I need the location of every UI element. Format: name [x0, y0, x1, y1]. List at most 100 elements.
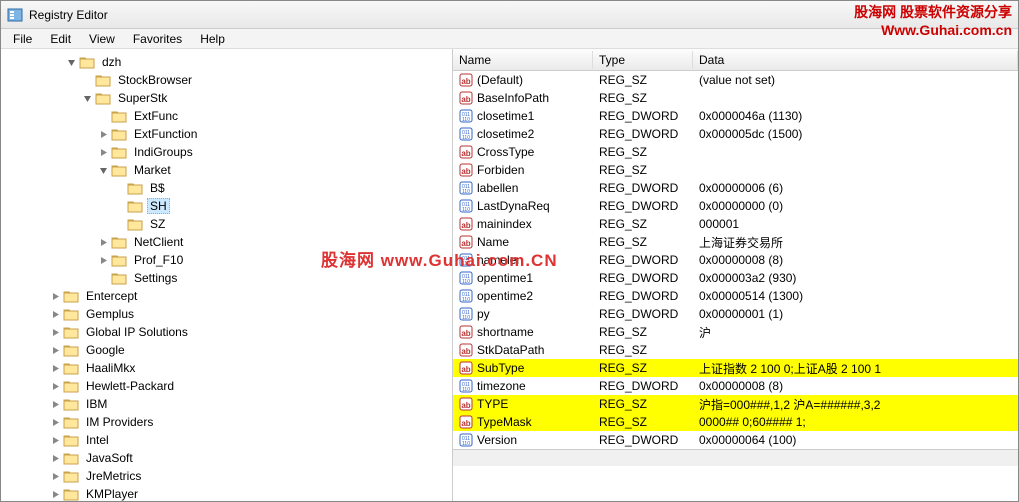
svg-text:ab: ab [461, 149, 470, 158]
value-data: 0x0000046a (1130) [693, 109, 1018, 123]
expander-icon[interactable] [49, 398, 61, 410]
value-row[interactable]: abshortnameREG_SZ沪 [453, 323, 1018, 341]
expander-icon[interactable] [81, 92, 93, 104]
list-pane[interactable]: Name Type Data ab(Default)REG_SZ(value n… [453, 49, 1018, 501]
value-name: 011110opentime1 [453, 271, 593, 285]
tree-node-ibm[interactable]: IBM [1, 395, 452, 413]
column-data[interactable]: Data [693, 51, 1018, 69]
value-row[interactable]: 011110LastDynaReqREG_DWORD0x00000000 (0) [453, 197, 1018, 215]
menu-file[interactable]: File [5, 30, 40, 48]
value-row[interactable]: abTypeMaskREG_SZ0000## 0;60#### 1; [453, 413, 1018, 431]
tree-node-market[interactable]: Market [1, 161, 452, 179]
svg-text:110: 110 [462, 207, 470, 213]
tree-node-indigroups[interactable]: IndiGroups [1, 143, 452, 161]
svg-text:ab: ab [461, 347, 470, 356]
expander-icon[interactable] [97, 128, 109, 140]
tree-node-dzh[interactable]: dzh [1, 53, 452, 71]
value-row[interactable]: abTYPEREG_SZ沪指=000###,1,2 沪A=######,3,2 [453, 395, 1018, 413]
menu-favorites[interactable]: Favorites [125, 30, 190, 48]
value-row[interactable]: ab(Default)REG_SZ(value not set) [453, 71, 1018, 89]
expander-icon[interactable] [49, 470, 61, 482]
expander-icon[interactable] [49, 362, 61, 374]
expander-icon[interactable] [49, 488, 61, 500]
value-name: 011110LastDynaReq [453, 199, 593, 213]
value-type: REG_SZ [593, 415, 693, 429]
expander-icon[interactable] [97, 236, 109, 248]
column-name[interactable]: Name [453, 51, 593, 69]
value-row[interactable]: abStkDataPathREG_SZ [453, 341, 1018, 359]
value-row[interactable]: abBaseInfoPathREG_SZ [453, 89, 1018, 107]
tree-node-javasoft[interactable]: JavaSoft [1, 449, 452, 467]
tree-node-netclient[interactable]: NetClient [1, 233, 452, 251]
value-data: 上海证券交易所 [693, 234, 1018, 251]
tree-label: Gemplus [83, 307, 137, 321]
expander-icon[interactable] [97, 146, 109, 158]
value-row[interactable]: 011110closetime1REG_DWORD0x0000046a (113… [453, 107, 1018, 125]
tree-node-gemplus[interactable]: Gemplus [1, 305, 452, 323]
expander-icon[interactable] [49, 290, 61, 302]
expander-icon[interactable] [97, 254, 109, 266]
expander-icon[interactable] [49, 326, 61, 338]
expander-icon[interactable] [49, 452, 61, 464]
value-row[interactable]: 011110pyREG_DWORD0x00000001 (1) [453, 305, 1018, 323]
tree-label: Intel [83, 433, 112, 447]
expander-icon[interactable] [97, 164, 109, 176]
value-row[interactable]: abSubTypeREG_SZ上证指数 2 100 0;上证A股 2 100 1 [453, 359, 1018, 377]
expander-icon[interactable] [49, 434, 61, 446]
tree-node-stockbrowser[interactable]: StockBrowser [1, 71, 452, 89]
expander-icon[interactable] [49, 416, 61, 428]
tree-label: SZ [147, 217, 168, 231]
value-row[interactable]: 011110VersionREG_DWORD0x00000064 (100) [453, 431, 1018, 449]
tree-node-kmplayer[interactable]: KMPlayer [1, 485, 452, 501]
tree-node-improviders[interactable]: IM Providers [1, 413, 452, 431]
value-data: 0x00000001 (1) [693, 307, 1018, 321]
value-row[interactable]: 011110opentime1REG_DWORD0x000003a2 (930) [453, 269, 1018, 287]
tree-node-entercept[interactable]: Entercept [1, 287, 452, 305]
tree-node-globalipsolutions[interactable]: Global IP Solutions [1, 323, 452, 341]
value-name: abTypeMask [453, 415, 593, 429]
value-type: REG_DWORD [593, 253, 693, 267]
value-type: REG_DWORD [593, 433, 693, 447]
horizontal-scrollbar[interactable] [453, 449, 1018, 466]
expander-icon[interactable] [49, 344, 61, 356]
tree-label: Market [131, 163, 174, 177]
tree-node-extfunc[interactable]: ExtFunc [1, 107, 452, 125]
value-row[interactable]: abNameREG_SZ上海证券交易所 [453, 233, 1018, 251]
tree-node-intel[interactable]: Intel [1, 431, 452, 449]
column-type[interactable]: Type [593, 51, 693, 69]
tree-node-haalimkx[interactable]: HaaliMkx [1, 359, 452, 377]
value-name: abName [453, 235, 593, 249]
expander-icon[interactable] [65, 56, 77, 68]
value-row[interactable]: 011110opentime2REG_DWORD0x00000514 (1300… [453, 287, 1018, 305]
value-row[interactable]: abForbidenREG_SZ [453, 161, 1018, 179]
tree-node-settings[interactable]: Settings [1, 269, 452, 287]
value-row[interactable]: abmainindexREG_SZ000001 [453, 215, 1018, 233]
value-row[interactable]: 011110labellenREG_DWORD0x00000006 (6) [453, 179, 1018, 197]
tree-node-hewlettpackard[interactable]: Hewlett-Packard [1, 377, 452, 395]
tree-node-extfunction[interactable]: ExtFunction [1, 125, 452, 143]
value-row[interactable]: 011110timezoneREG_DWORD0x00000008 (8) [453, 377, 1018, 395]
tree-node-jremetrics[interactable]: JreMetrics [1, 467, 452, 485]
tree-node-superstk[interactable]: SuperStk [1, 89, 452, 107]
tree-node-b[interactable]: B$ [1, 179, 452, 197]
tree-node-sh[interactable]: SH [1, 197, 452, 215]
menu-edit[interactable]: Edit [42, 30, 79, 48]
expander-icon [97, 110, 109, 122]
value-name: 011110timezone [453, 379, 593, 393]
value-name: 011110opentime2 [453, 289, 593, 303]
tree-node-sz[interactable]: SZ [1, 215, 452, 233]
value-row[interactable]: abCrossTypeREG_SZ [453, 143, 1018, 161]
expander-icon[interactable] [49, 380, 61, 392]
menu-help[interactable]: Help [192, 30, 233, 48]
tree-node-google[interactable]: Google [1, 341, 452, 359]
tree-label: ExtFunc [131, 109, 181, 123]
svg-text:ab: ab [461, 365, 470, 374]
tree-label: KMPlayer [83, 487, 141, 501]
tree-node-proff10[interactable]: Prof_F10 [1, 251, 452, 269]
value-row[interactable]: 011110namelenREG_DWORD0x00000008 (8) [453, 251, 1018, 269]
menu-view[interactable]: View [81, 30, 123, 48]
tree-pane[interactable]: dzh StockBrowserSuperStk ExtFunc ExtFunctio… [1, 49, 453, 501]
value-row[interactable]: 011110closetime2REG_DWORD0x000005dc (150… [453, 125, 1018, 143]
tree-label: dzh [99, 55, 124, 69]
expander-icon[interactable] [49, 308, 61, 320]
